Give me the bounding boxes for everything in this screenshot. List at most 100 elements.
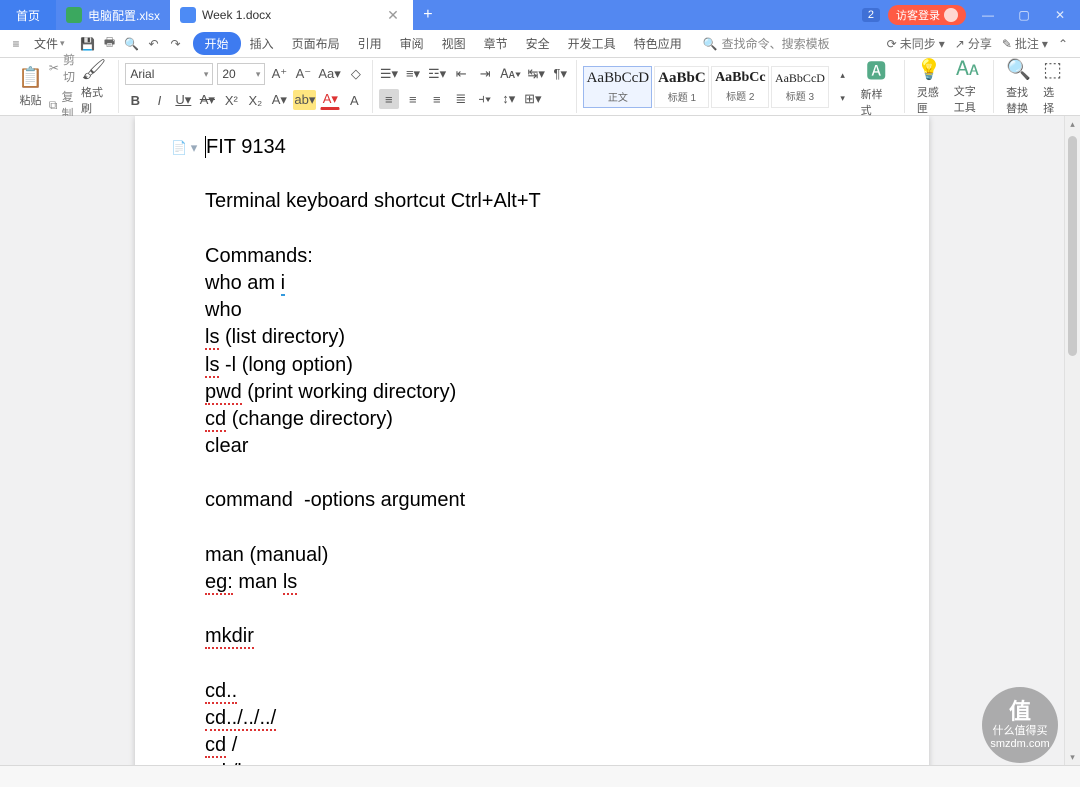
tab-close-icon[interactable]: ✕ [383, 7, 403, 24]
style-scroll-down-icon[interactable]: ▾ [833, 88, 853, 108]
menu-review[interactable]: 审阅 [391, 31, 433, 56]
font-size-combo[interactable]: 20▾ [217, 63, 265, 85]
style-heading2[interactable]: AaBbCc标题 2 [711, 66, 769, 108]
select-button[interactable]: ⬚选择 [1037, 55, 1068, 118]
paste-button[interactable]: 📋粘贴 [12, 63, 49, 110]
bullets-icon[interactable]: ☰▾ [379, 64, 399, 84]
ribbon-toolbar: 📋粘贴 ✂ 剪切 ⧉ 复制 🖌格式刷 Arial▾ 20▾ A⁺ A⁻ Aa▾ … [0, 58, 1080, 116]
document-canvas[interactable]: 📄 ▾ FIT 9134 Terminal keyboard shortcut … [0, 116, 1064, 765]
hamburger-icon[interactable]: ≡ [6, 37, 26, 51]
format-painter-button[interactable]: 🖌格式刷 [75, 55, 112, 118]
text-tools-button[interactable]: 🗛文字工具 [948, 56, 987, 117]
tab-document-active[interactable]: Week 1.docx ✕ [170, 0, 413, 30]
increase-indent-icon[interactable]: ⇥ [475, 64, 495, 84]
font-color-icon[interactable]: A▾ [320, 90, 340, 110]
highlight-icon[interactable]: ab▾ [293, 90, 316, 110]
align-right-icon[interactable]: ≡ [427, 89, 447, 109]
redo-icon[interactable]: ↷ [167, 35, 185, 53]
underline-icon[interactable]: U▾ [173, 90, 193, 110]
change-case-icon[interactable]: Aa▾ [317, 64, 341, 84]
clear-format-icon[interactable]: ◇ [346, 64, 366, 84]
subscript-icon[interactable]: X₂ [245, 90, 265, 110]
spreadsheet-icon [66, 7, 82, 23]
menu-page-layout[interactable]: 页面布局 [283, 31, 349, 56]
group-editing: 🔍查找替换 ⬚选择 [994, 60, 1074, 113]
search-icon: 🔍 [703, 37, 718, 51]
cut-button[interactable]: ✂ 剪切 [49, 51, 75, 85]
preview-icon[interactable]: 🔍 [123, 35, 141, 53]
scroll-down-icon[interactable]: ▾ [1065, 749, 1080, 765]
tab-spreadsheet[interactable]: 电脑配置.xlsx [56, 0, 170, 30]
group-paragraph: ☰▾ ≡▾ ☲▾ ⇤ ⇥ 🗛▾ ↹▾ ¶▾ ≡ ≡ ≡ ≣ ⫞▾ ↕▾ ⊞▾ [373, 60, 577, 113]
menu-section[interactable]: 章节 [475, 31, 517, 56]
window-minimize-icon[interactable]: — [974, 8, 1002, 22]
numbering-icon[interactable]: ≡▾ [403, 64, 423, 84]
shrink-font-icon[interactable]: A⁻ [293, 64, 313, 84]
style-heading1[interactable]: AaBbC标题 1 [654, 66, 709, 108]
undo-icon[interactable]: ↶ [145, 35, 163, 53]
share-button[interactable]: ↗ 分享 [955, 35, 992, 52]
collapse-ribbon-icon[interactable]: ⌃ [1058, 37, 1068, 51]
inspiration-button[interactable]: 💡灵感匣 [911, 55, 948, 118]
tab-label: 电脑配置.xlsx [88, 7, 160, 24]
sort-icon[interactable]: 🗛▾ [499, 64, 522, 84]
status-bar [0, 765, 1080, 787]
menu-tabs: 开始 插入 页面布局 引用 审阅 视图 章节 安全 开发工具 特色应用 [193, 31, 691, 56]
menu-view[interactable]: 视图 [433, 31, 475, 56]
print-icon[interactable]: 🖶 [101, 35, 119, 53]
decrease-indent-icon[interactable]: ⇤ [451, 64, 471, 84]
style-body[interactable]: AaBbCcD正文 [583, 66, 652, 108]
bold-icon[interactable]: B [125, 90, 145, 110]
title-bar: 首页 电脑配置.xlsx Week 1.docx ✕ + 2 访客登录 — ▢ … [0, 0, 1080, 30]
window-maximize-icon[interactable]: ▢ [1010, 8, 1038, 22]
scroll-up-icon[interactable]: ▴ [1065, 116, 1080, 132]
new-style-button[interactable]: 🅰新样式 [855, 53, 898, 120]
tab-label: Week 1.docx [202, 8, 271, 22]
grow-font-icon[interactable]: A⁺ [269, 64, 289, 84]
text-effects-icon[interactable]: A▾ [269, 90, 289, 110]
menu-dev-tools[interactable]: 开发工具 [559, 31, 625, 56]
align-left-icon[interactable]: ≡ [379, 89, 399, 109]
font-name-combo[interactable]: Arial▾ [125, 63, 213, 85]
line-spacing-icon[interactable]: ↕▾ [499, 89, 519, 109]
comment-button[interactable]: ✎ 批注 ▾ [1002, 35, 1048, 52]
tab-new-button[interactable]: + [413, 0, 443, 30]
group-tools: 💡灵感匣 🗛文字工具 [905, 60, 994, 113]
distribute-icon[interactable]: ⫞▾ [475, 89, 495, 109]
menu-bar: ≡ 文件▾ 💾 🖶 🔍 ↶ ↷ 开始 插入 页面布局 引用 审阅 视图 章节 安… [0, 30, 1080, 58]
find-replace-button[interactable]: 🔍查找替换 [1000, 55, 1037, 118]
window-close-icon[interactable]: ✕ [1046, 8, 1074, 22]
outline-icon[interactable]: 📄 ▾ [171, 140, 197, 156]
show-marks-icon[interactable]: ¶▾ [550, 64, 570, 84]
menu-security[interactable]: 安全 [517, 31, 559, 56]
document-page[interactable]: 📄 ▾ FIT 9134 Terminal keyboard shortcut … [135, 116, 929, 765]
italic-icon[interactable]: I [149, 90, 169, 110]
style-scroll-up-icon[interactable]: ▴ [833, 65, 853, 85]
group-font: Arial▾ 20▾ A⁺ A⁻ Aa▾ ◇ B I U▾ A▾ X² X₂ A… [119, 60, 372, 113]
scrollbar-thumb[interactable] [1068, 136, 1077, 356]
align-justify-icon[interactable]: ≣ [451, 89, 471, 109]
sync-status[interactable]: ⟳ 未同步 ▾ [887, 35, 945, 52]
tab-home[interactable]: 首页 [0, 0, 56, 30]
align-center-icon[interactable]: ≡ [403, 89, 423, 109]
vertical-scrollbar[interactable]: ▴ ▾ [1064, 116, 1080, 765]
notification-badge[interactable]: 2 [862, 8, 880, 22]
menu-start[interactable]: 开始 [193, 32, 241, 55]
borders-icon[interactable]: ⊞▾ [523, 89, 543, 109]
shading-icon[interactable]: A [344, 90, 364, 110]
guest-login-button[interactable]: 访客登录 [888, 5, 966, 25]
save-icon[interactable]: 💾 [79, 35, 97, 53]
command-search[interactable]: 🔍 查找命令、搜索模板 [703, 35, 830, 52]
tab-icon[interactable]: ↹▾ [526, 64, 546, 84]
superscript-icon[interactable]: X² [221, 90, 241, 110]
avatar-icon [944, 8, 958, 22]
menu-references[interactable]: 引用 [349, 31, 391, 56]
group-clipboard: 📋粘贴 ✂ 剪切 ⧉ 复制 🖌格式刷 [6, 60, 119, 113]
style-heading3[interactable]: AaBbCcD标题 3 [771, 66, 828, 108]
document-text[interactable]: FIT 9134 Terminal keyboard shortcut Ctrl… [205, 134, 859, 765]
menu-special[interactable]: 特色应用 [625, 31, 691, 56]
strike-icon[interactable]: A▾ [197, 90, 217, 110]
menu-insert[interactable]: 插入 [241, 31, 283, 56]
document-icon [180, 7, 196, 23]
multilevel-icon[interactable]: ☲▾ [427, 64, 447, 84]
